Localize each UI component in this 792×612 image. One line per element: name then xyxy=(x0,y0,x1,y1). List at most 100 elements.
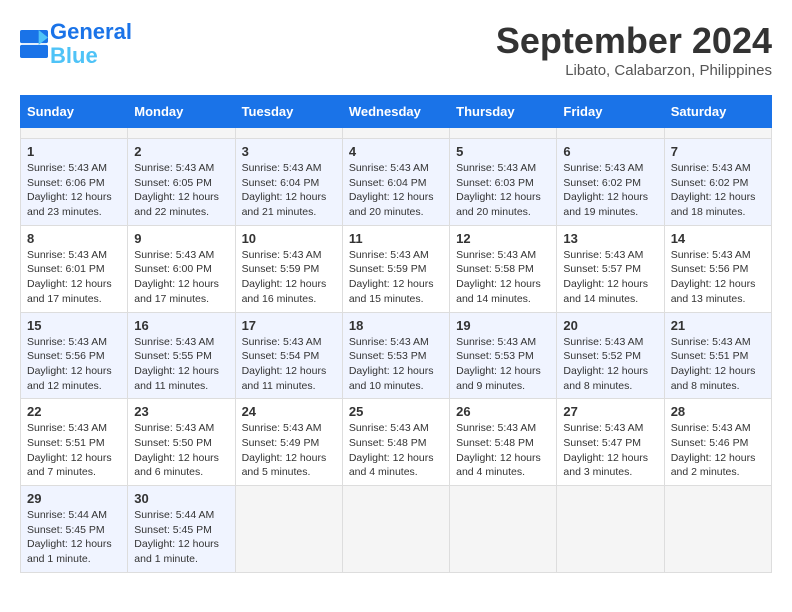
day-number: 26 xyxy=(456,404,550,419)
day-info: Sunrise: 5:44 AMSunset: 5:45 PMDaylight:… xyxy=(27,508,121,567)
weekday-header-monday: Monday xyxy=(128,96,235,128)
calendar-cell: 15 Sunrise: 5:43 AMSunset: 5:56 PMDayligh… xyxy=(21,312,128,399)
calendar-cell xyxy=(557,486,664,573)
day-info: Sunrise: 5:43 AMSunset: 5:49 PMDaylight:… xyxy=(242,421,336,480)
location-subtitle: Libato, Calabarzon, Philippines xyxy=(496,62,772,79)
day-number: 25 xyxy=(349,404,443,419)
day-info: Sunrise: 5:43 AMSunset: 5:50 PMDaylight:… xyxy=(134,421,228,480)
day-number: 29 xyxy=(27,491,121,506)
day-number: 3 xyxy=(242,144,336,159)
day-number: 13 xyxy=(563,231,657,246)
day-number: 2 xyxy=(134,144,228,159)
calendar-cell: 20 Sunrise: 5:43 AMSunset: 5:52 PMDayligh… xyxy=(557,312,664,399)
weekday-header-sunday: Sunday xyxy=(21,96,128,128)
logo-text: General Blue xyxy=(50,20,132,68)
day-number: 27 xyxy=(563,404,657,419)
calendar-cell xyxy=(235,128,342,139)
calendar-cell: 1 Sunrise: 5:43 AMSunset: 6:06 PMDaylight… xyxy=(21,139,128,226)
day-info: Sunrise: 5:43 AMSunset: 6:05 PMDaylight:… xyxy=(134,161,228,220)
page-header: General Blue September 2024 Libato, Cala… xyxy=(20,20,772,79)
calendar-cell xyxy=(664,128,771,139)
day-info: Sunrise: 5:43 AMSunset: 6:04 PMDaylight:… xyxy=(349,161,443,220)
calendar-week-row: 1 Sunrise: 5:43 AMSunset: 6:06 PMDaylight… xyxy=(21,139,772,226)
calendar-cell: 13Sunrise: 5:43 AMSunset: 5:57 PMDayligh… xyxy=(557,225,664,312)
calendar-cell xyxy=(342,128,449,139)
day-number: 1 xyxy=(27,144,121,159)
day-number: 14 xyxy=(671,231,765,246)
day-info: Sunrise: 5:43 AMSunset: 5:55 PMDaylight:… xyxy=(134,335,228,394)
calendar-cell: 25Sunrise: 5:43 AMSunset: 5:48 PMDayligh… xyxy=(342,399,449,486)
calendar-cell: 8 Sunrise: 5:43 AMSunset: 6:01 PMDaylight… xyxy=(21,225,128,312)
day-info: Sunrise: 5:43 AMSunset: 5:46 PMDaylight:… xyxy=(671,421,765,480)
day-info: Sunrise: 5:43 AMSunset: 6:00 PMDaylight:… xyxy=(134,248,228,307)
day-info: Sunrise: 5:43 AMSunset: 5:59 PMDaylight:… xyxy=(349,248,443,307)
day-info: Sunrise: 5:43 AMSunset: 6:03 PMDaylight:… xyxy=(456,161,550,220)
calendar-cell: 21 Sunrise: 5:43 AMSunset: 5:51 PMDayligh… xyxy=(664,312,771,399)
day-info: Sunrise: 5:43 AMSunset: 6:02 PMDaylight:… xyxy=(671,161,765,220)
calendar-cell: 30 Sunrise: 5:44 AMSunset: 5:45 PMDayligh… xyxy=(128,486,235,573)
calendar-week-row: 8 Sunrise: 5:43 AMSunset: 6:01 PMDaylight… xyxy=(21,225,772,312)
calendar-cell xyxy=(450,128,557,139)
logo-icon xyxy=(20,30,48,58)
day-number: 30 xyxy=(134,491,228,506)
day-info: Sunrise: 5:43 AMSunset: 5:56 PMDaylight:… xyxy=(671,248,765,307)
calendar-cell: 11 Sunrise: 5:43 AMSunset: 5:59 PMDayligh… xyxy=(342,225,449,312)
day-info: Sunrise: 5:43 AMSunset: 5:58 PMDaylight:… xyxy=(456,248,550,307)
weekday-header-thursday: Thursday xyxy=(450,96,557,128)
day-info: Sunrise: 5:43 AMSunset: 6:06 PMDaylight:… xyxy=(27,161,121,220)
calendar-cell xyxy=(342,486,449,573)
calendar-cell: 22 Sunrise: 5:43 AMSunset: 5:51 PMDayligh… xyxy=(21,399,128,486)
day-number: 21 xyxy=(671,318,765,333)
day-number: 9 xyxy=(134,231,228,246)
calendar-cell: 6Sunrise: 5:43 AMSunset: 6:02 PMDaylight… xyxy=(557,139,664,226)
weekday-header-wednesday: Wednesday xyxy=(342,96,449,128)
day-number: 15 xyxy=(27,318,121,333)
day-info: Sunrise: 5:43 AMSunset: 5:56 PMDaylight:… xyxy=(27,335,121,394)
calendar-cell: 14 Sunrise: 5:43 AMSunset: 5:56 PMDayligh… xyxy=(664,225,771,312)
calendar-cell: 2 Sunrise: 5:43 AMSunset: 6:05 PMDaylight… xyxy=(128,139,235,226)
day-info: Sunrise: 5:43 AMSunset: 5:52 PMDaylight:… xyxy=(563,335,657,394)
day-info: Sunrise: 5:43 AMSunset: 5:53 PMDaylight:… xyxy=(349,335,443,394)
day-number: 8 xyxy=(27,231,121,246)
day-info: Sunrise: 5:43 AMSunset: 6:04 PMDaylight:… xyxy=(242,161,336,220)
day-number: 7 xyxy=(671,144,765,159)
day-info: Sunrise: 5:44 AMSunset: 5:45 PMDaylight:… xyxy=(134,508,228,567)
day-info: Sunrise: 5:43 AMSunset: 6:01 PMDaylight:… xyxy=(27,248,121,307)
weekday-header-row: SundayMondayTuesdayWednesdayThursdayFrid… xyxy=(21,96,772,128)
day-info: Sunrise: 5:43 AMSunset: 5:51 PMDaylight:… xyxy=(671,335,765,394)
day-info: Sunrise: 5:43 AMSunset: 5:51 PMDaylight:… xyxy=(27,421,121,480)
weekday-header-friday: Friday xyxy=(557,96,664,128)
day-number: 4 xyxy=(349,144,443,159)
day-number: 16 xyxy=(134,318,228,333)
calendar-cell: 29 Sunrise: 5:44 AMSunset: 5:45 PMDayligh… xyxy=(21,486,128,573)
day-number: 20 xyxy=(563,318,657,333)
calendar-cell: 3 Sunrise: 5:43 AMSunset: 6:04 PMDaylight… xyxy=(235,139,342,226)
calendar-cell: 26 Sunrise: 5:43 AMSunset: 5:48 PMDayligh… xyxy=(450,399,557,486)
calendar-table: SundayMondayTuesdayWednesdayThursdayFrid… xyxy=(20,95,772,573)
day-number: 22 xyxy=(27,404,121,419)
day-info: Sunrise: 5:43 AMSunset: 5:53 PMDaylight:… xyxy=(456,335,550,394)
day-info: Sunrise: 5:43 AMSunset: 5:48 PMDaylight:… xyxy=(456,421,550,480)
month-year-title: September 2024 xyxy=(496,20,772,62)
weekday-header-saturday: Saturday xyxy=(664,96,771,128)
day-info: Sunrise: 5:43 AMSunset: 5:47 PMDaylight:… xyxy=(563,421,657,480)
calendar-cell xyxy=(235,486,342,573)
calendar-week-row: 22 Sunrise: 5:43 AMSunset: 5:51 PMDayligh… xyxy=(21,399,772,486)
calendar-week-row: 15 Sunrise: 5:43 AMSunset: 5:56 PMDayligh… xyxy=(21,312,772,399)
calendar-cell: 18Sunrise: 5:43 AMSunset: 5:53 PMDayligh… xyxy=(342,312,449,399)
day-number: 12 xyxy=(456,231,550,246)
weekday-header-tuesday: Tuesday xyxy=(235,96,342,128)
day-number: 11 xyxy=(349,231,443,246)
logo: General Blue xyxy=(20,20,132,68)
calendar-cell: 27 Sunrise: 5:43 AMSunset: 5:47 PMDayligh… xyxy=(557,399,664,486)
title-section: September 2024 Libato, Calabarzon, Phili… xyxy=(496,20,772,79)
calendar-cell: 23Sunrise: 5:43 AMSunset: 5:50 PMDayligh… xyxy=(128,399,235,486)
day-info: Sunrise: 5:43 AMSunset: 5:54 PMDaylight:… xyxy=(242,335,336,394)
day-number: 28 xyxy=(671,404,765,419)
calendar-cell: 17 Sunrise: 5:43 AMSunset: 5:54 PMDayligh… xyxy=(235,312,342,399)
calendar-cell: 19Sunrise: 5:43 AMSunset: 5:53 PMDayligh… xyxy=(450,312,557,399)
day-number: 6 xyxy=(563,144,657,159)
calendar-cell: 24Sunrise: 5:43 AMSunset: 5:49 PMDayligh… xyxy=(235,399,342,486)
calendar-cell: 4 Sunrise: 5:43 AMSunset: 6:04 PMDaylight… xyxy=(342,139,449,226)
day-number: 17 xyxy=(242,318,336,333)
